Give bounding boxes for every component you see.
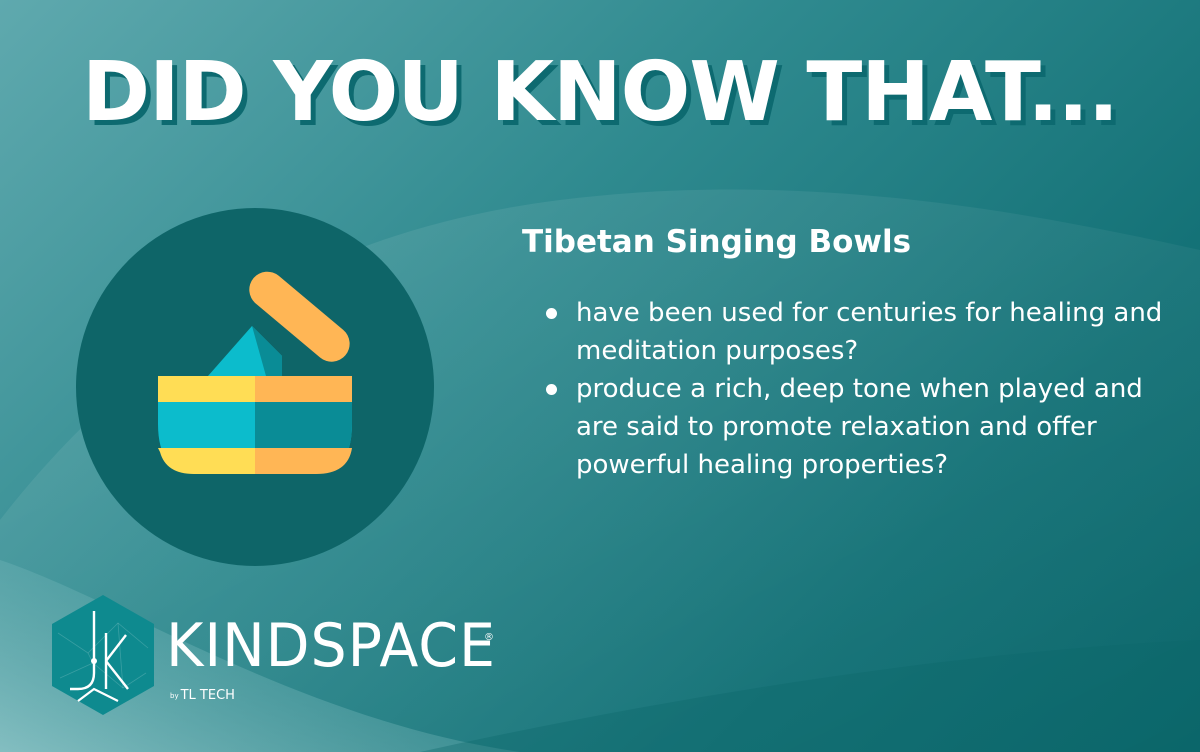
headline: DID YOU KNOW THAT... bbox=[82, 45, 1119, 140]
infographic-card: DID YOU KNOW THAT... Tibetan Singing Bow… bbox=[0, 0, 1200, 752]
bullet-icon bbox=[546, 308, 557, 319]
byline-prefix: by bbox=[170, 691, 179, 700]
fact-text: produce a rich, deep tone when played an… bbox=[576, 374, 1143, 480]
topic-title: Tibetan Singing Bowls bbox=[522, 224, 912, 260]
fact-text: have been used for centuries for healing… bbox=[576, 298, 1163, 366]
fact-item: have been used for centuries for healing… bbox=[544, 294, 1184, 370]
bullet-icon bbox=[546, 384, 557, 395]
brand-byline: by TL TECH bbox=[170, 688, 235, 703]
singing-bowl-icon bbox=[76, 208, 434, 566]
registered-mark: ® bbox=[484, 632, 494, 643]
kindspace-logo-icon bbox=[52, 595, 154, 715]
fact-item: produce a rich, deep tone when played an… bbox=[544, 370, 1184, 484]
fact-list: have been used for centuries for healing… bbox=[544, 294, 1184, 484]
brand-wordmark: KINDSPACE bbox=[166, 611, 496, 681]
byline-company: TL TECH bbox=[180, 688, 235, 703]
